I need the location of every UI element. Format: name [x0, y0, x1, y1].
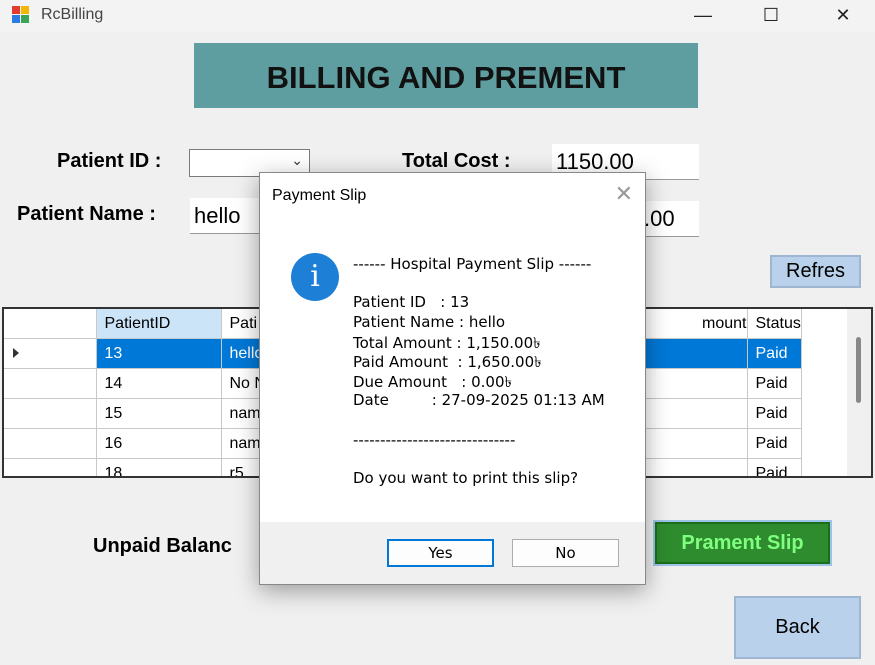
back-button[interactable]: Back — [734, 596, 861, 659]
column-header-status[interactable]: Status — [747, 309, 802, 339]
slip-date: Date : 27-09-2025 01:13 AM — [353, 391, 605, 409]
page-title: BILLING AND PREMENT — [266, 60, 626, 95]
column-header-amount-text: mount — [702, 314, 747, 332]
paid-amount-value: .00 — [644, 206, 675, 231]
chevron-down-icon: ⌄ — [291, 152, 303, 168]
info-icon: i — [291, 253, 339, 301]
header-banner: BILLING AND PREMENT — [194, 43, 698, 108]
app-icon — [12, 6, 30, 24]
cell-patient-id[interactable]: 13 — [96, 338, 222, 369]
unpaid-balance-label: Unpaid Balanc — [93, 535, 232, 557]
cell-status[interactable]: Paid — [747, 428, 802, 459]
payment-slip-dialog: Payment Slip ✕ i ------ Hospital Payment… — [259, 172, 646, 585]
cell-status[interactable]: Paid — [747, 458, 802, 476]
yes-button[interactable]: Yes — [387, 539, 494, 567]
refresh-button[interactable]: Refres — [770, 255, 861, 288]
slip-patient-id: Patient ID : 13 — [353, 293, 470, 311]
dialog-close-icon[interactable]: ✕ — [615, 181, 633, 207]
minimize-button[interactable]: — — [680, 0, 726, 32]
grid-scrollbar[interactable] — [847, 309, 871, 476]
cell-status[interactable]: Paid — [747, 398, 802, 429]
patient-name-label: Patient Name : — [17, 203, 156, 225]
dialog-footer: Yes No — [260, 522, 645, 584]
info-icon-glyph: i — [310, 259, 320, 294]
payment-slip-button[interactable]: Prament Slip — [653, 520, 832, 566]
row-header[interactable] — [4, 368, 97, 399]
cell-patient-id[interactable]: 15 — [96, 398, 222, 429]
slip-patient-name: Patient Name : hello — [353, 313, 506, 331]
row-header[interactable] — [4, 338, 97, 369]
title-bar: RcBilling — ☐ ✕ — [0, 0, 875, 32]
column-header-patient-name-text: Pati — [229, 314, 258, 332]
patient-name-input[interactable]: hello — [190, 198, 270, 234]
scrollbar-thumb[interactable] — [856, 337, 861, 403]
cell-patient-id[interactable]: 16 — [96, 428, 222, 459]
close-button[interactable]: ✕ — [820, 0, 866, 32]
row-header[interactable] — [4, 398, 97, 429]
current-row-arrow-icon — [13, 347, 19, 358]
cell-patient-id[interactable]: 14 — [96, 368, 222, 399]
window-title: RcBilling — [41, 6, 104, 23]
maximize-button[interactable]: ☐ — [748, 0, 794, 32]
slip-separator: ------------------------------ — [353, 431, 516, 449]
row-header[interactable] — [4, 428, 97, 459]
no-button[interactable]: No — [512, 539, 619, 567]
column-header-patientid[interactable]: PatientID — [96, 309, 222, 339]
row-header-corner — [4, 309, 97, 339]
print-question: Do you want to print this slip? — [353, 469, 579, 487]
patient-id-label: Patient ID : — [57, 150, 162, 172]
cell-patient-id[interactable]: 18 — [96, 458, 222, 476]
cell-status[interactable]: Paid — [747, 338, 802, 369]
row-header[interactable] — [4, 458, 97, 476]
cell-status[interactable]: Paid — [747, 368, 802, 399]
slip-heading: ------ Hospital Payment Slip ------ — [353, 255, 592, 273]
total-cost-label: Total Cost : — [402, 150, 511, 172]
dialog-title: Payment Slip — [272, 187, 367, 204]
